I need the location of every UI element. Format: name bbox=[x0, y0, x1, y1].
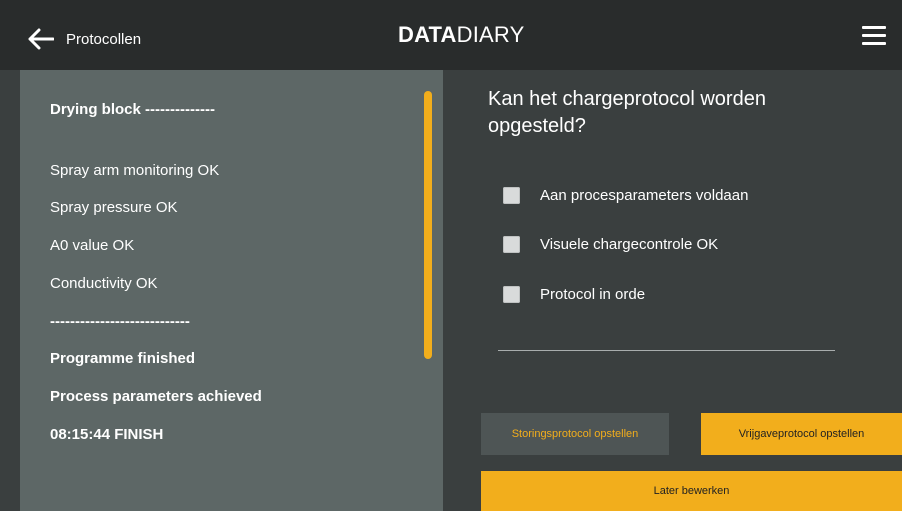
brand-logo: DATADIARY bbox=[398, 24, 524, 46]
checkbox[interactable] bbox=[503, 235, 520, 253]
brand-logo-bold: DATA bbox=[398, 22, 457, 47]
log-line: Conductivity OK bbox=[50, 275, 158, 292]
checklist-item-protocol[interactable]: Protocol in orde bbox=[503, 284, 645, 304]
later-bewerken-button[interactable]: Later bewerken bbox=[481, 471, 902, 511]
hamburger-menu-icon[interactable] bbox=[862, 26, 886, 46]
log-scrollbar[interactable] bbox=[424, 91, 432, 359]
log-line: Drying block -------------- bbox=[50, 101, 215, 118]
back-label[interactable]: Protocollen bbox=[66, 31, 141, 48]
checklist-item-visuele-controle[interactable]: Visuele chargecontrole OK bbox=[503, 234, 718, 254]
arrow-left-icon[interactable] bbox=[28, 28, 54, 50]
question-heading: Kan het chargeprotocol worden opgesteld? bbox=[488, 88, 766, 137]
checklist-label[interactable]: Aan procesparameters voldaan bbox=[540, 187, 748, 204]
log-line: ---------------------------- bbox=[50, 313, 190, 330]
back-button[interactable]: Protocollen bbox=[28, 22, 141, 56]
log-line: Spray pressure OK bbox=[50, 199, 178, 216]
checkbox[interactable] bbox=[503, 285, 520, 303]
checklist-item-procesparameters[interactable]: Aan procesparameters voldaan bbox=[503, 185, 748, 205]
top-bar: Protocollen DATADIARY bbox=[0, 0, 902, 70]
checklist-label[interactable]: Visuele chargecontrole OK bbox=[540, 236, 718, 253]
checkbox[interactable] bbox=[503, 186, 520, 204]
storingsprotocol-button[interactable]: Storingsprotocol opstellen bbox=[481, 413, 669, 455]
log-line: Programme finished bbox=[50, 350, 196, 367]
log-line: Spray arm monitoring OK bbox=[50, 162, 220, 179]
vrijgaveprotocol-button[interactable]: Vrijgaveprotocol opstellen bbox=[701, 413, 902, 455]
checklist-label[interactable]: Protocol in orde bbox=[540, 286, 645, 303]
brand-logo-light: DIARY bbox=[456, 22, 525, 47]
divider bbox=[498, 350, 835, 351]
log-line: 08:15:44 FINISH bbox=[50, 426, 164, 443]
app-window: Protocollen DATADIARY Drying block -----… bbox=[0, 0, 902, 511]
log-line: A0 value OK bbox=[50, 237, 135, 254]
log-line: Process parameters achieved bbox=[50, 388, 262, 405]
protocol-log-panel[interactable]: Drying block -------------- Spray arm mo… bbox=[20, 70, 443, 511]
